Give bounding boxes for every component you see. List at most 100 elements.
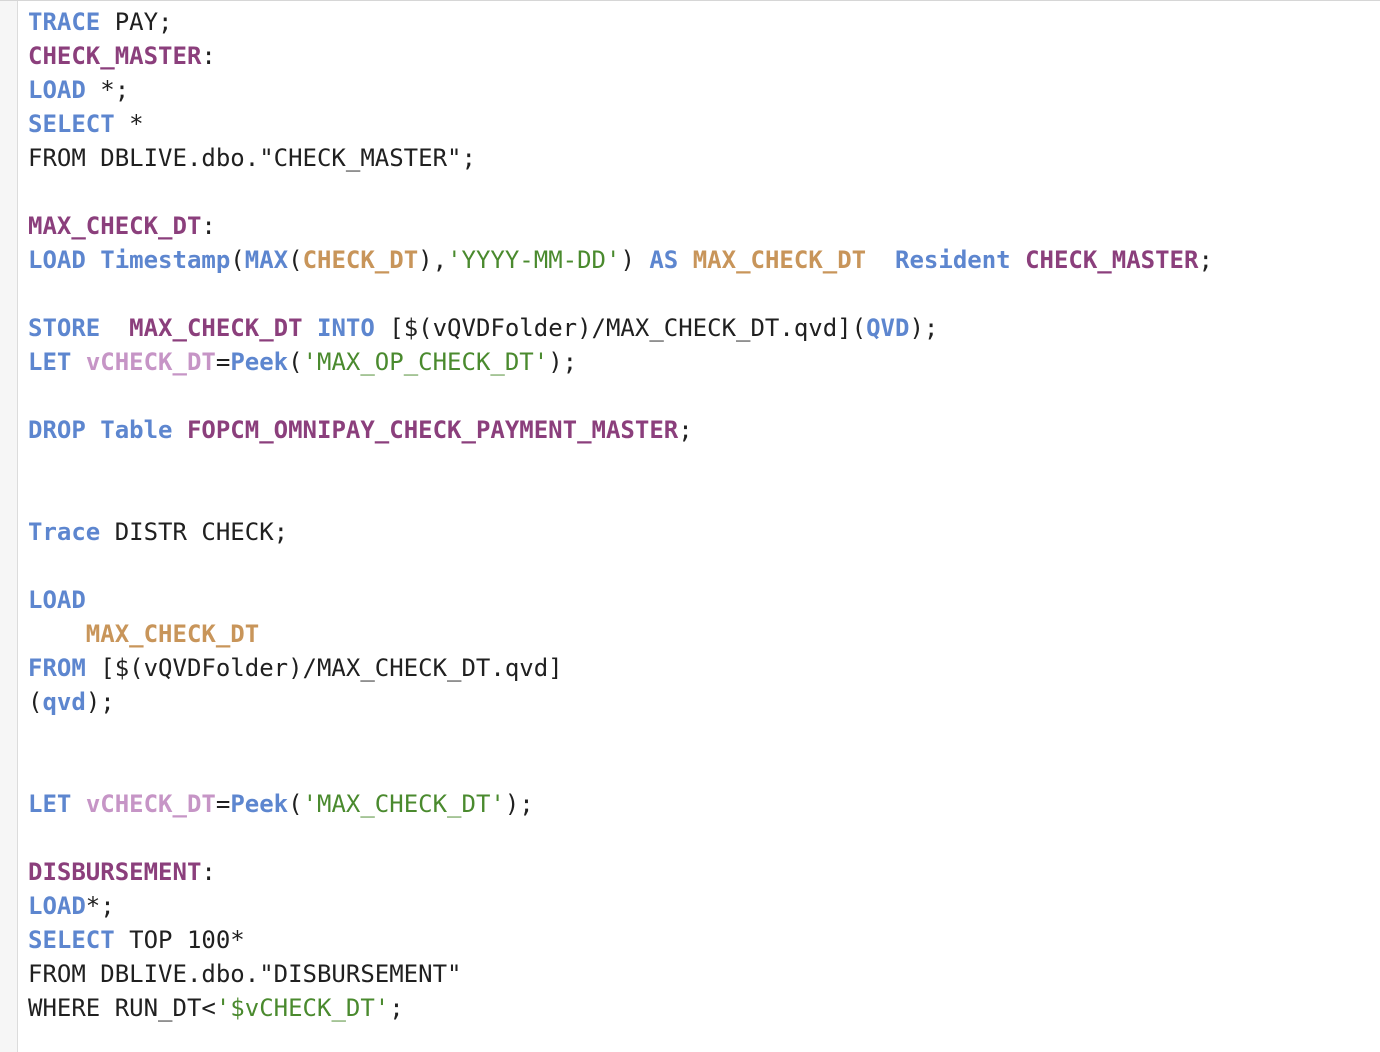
keyword-token: LOAD xyxy=(28,76,86,104)
plain-token: ), xyxy=(418,246,448,274)
plain-token: *; xyxy=(85,76,130,104)
plain-token: ( xyxy=(288,790,303,818)
string-token: 'YYYY-MM-DD' xyxy=(447,246,621,274)
keyword-token: LET xyxy=(28,348,72,376)
keyword-token: INTO xyxy=(317,314,375,342)
keyword-token: Peek xyxy=(230,348,289,376)
plain-token: : xyxy=(201,42,216,70)
code-line[interactable]: MAX_CHECK_DT: xyxy=(28,209,1380,243)
plain-token: ; xyxy=(1198,246,1213,274)
plain-token: * xyxy=(114,110,144,138)
keyword-token: FROM xyxy=(28,654,86,682)
keyword-token: Trace xyxy=(28,518,101,546)
code-line[interactable]: Trace DISTR CHECK; xyxy=(28,515,1380,549)
code-line[interactable]: FROM [$(vQVDFolder)/MAX_CHECK_DT.qvd] xyxy=(28,651,1380,685)
plain-token: ); xyxy=(548,348,578,376)
code-line[interactable]: LOAD xyxy=(28,583,1380,617)
code-line[interactable]: LOAD *; xyxy=(28,73,1380,107)
keyword-token: MAX xyxy=(244,246,289,274)
keyword-token: LOAD xyxy=(28,246,86,274)
code-line[interactable]: FROM DBLIVE.dbo."CHECK_MASTER"; xyxy=(28,141,1380,175)
plain-token: ( xyxy=(230,246,245,274)
code-line[interactable]: ​ xyxy=(28,379,1380,413)
variable-token: vCHECK_DT xyxy=(85,348,216,376)
code-line[interactable]: LOAD*; xyxy=(28,889,1380,923)
plain-token: DISTR CHECK; xyxy=(100,518,289,546)
plain-token: [$(vQVDFolder)/MAX_CHECK_DT.qvd] xyxy=(85,654,563,682)
code-line[interactable]: SELECT TOP 100* xyxy=(28,923,1380,957)
label-token: CHECK_MASTER xyxy=(1025,246,1199,274)
plain-token: ); xyxy=(85,688,115,716)
label-token: CHECK_MASTER xyxy=(28,42,202,70)
code-line[interactable]: ​ xyxy=(28,277,1380,311)
code-line[interactable]: MAX_CHECK_DT xyxy=(28,617,1380,651)
code-line[interactable]: DROP Table FOPCM_OMNIPAY_CHECK_PAYMENT_M… xyxy=(28,413,1380,447)
code-line[interactable]: ​ xyxy=(28,549,1380,583)
code-line[interactable]: ​ xyxy=(28,821,1380,855)
plain-token: : xyxy=(201,212,216,240)
label-token: FOPCM_OMNIPAY_CHECK_PAYMENT_MASTER xyxy=(186,416,679,444)
keyword-token: SELECT xyxy=(28,110,115,138)
code-line[interactable]: ​ xyxy=(28,447,1380,481)
string-token: '$vCHECK_DT' xyxy=(215,994,390,1022)
keyword-token: LOAD xyxy=(28,586,86,614)
label-token: MAX_CHECK_DT xyxy=(28,212,202,240)
code-line[interactable]: ​ xyxy=(28,481,1380,515)
plain-token: FROM DBLIVE.dbo."DISBURSEMENT" xyxy=(28,960,462,988)
plain-token: ( xyxy=(288,348,303,376)
string-token: 'MAX_OP_CHECK_DT' xyxy=(302,348,549,376)
code-line[interactable]: LET vCHECK_DT=Peek('MAX_CHECK_DT'); xyxy=(28,787,1380,821)
field-token: MAX_CHECK_DT xyxy=(85,620,260,648)
code-line[interactable]: DISBURSEMENT: xyxy=(28,855,1380,889)
code-line[interactable]: CHECK_MASTER: xyxy=(28,39,1380,73)
code-line[interactable]: SELECT * xyxy=(28,107,1380,141)
keyword-token: LOAD xyxy=(28,892,86,920)
editor-gutter xyxy=(0,1,18,1052)
label-token: MAX_CHECK_DT xyxy=(129,314,303,342)
plain-token: ); xyxy=(504,790,534,818)
plain-token: ; xyxy=(389,994,404,1022)
code-line[interactable]: LET vCHECK_DT=Peek('MAX_OP_CHECK_DT'); xyxy=(28,345,1380,379)
plain-token: FROM DBLIVE.dbo."CHECK_MASTER"; xyxy=(28,144,476,172)
plain-token: : xyxy=(201,858,216,886)
label-token: DISBURSEMENT xyxy=(28,858,202,886)
field-token: MAX_CHECK_DT xyxy=(692,246,867,274)
code-line[interactable]: LOAD Timestamp(MAX(CHECK_DT),'YYYY-MM-DD… xyxy=(28,243,1380,277)
keyword-token: QVD xyxy=(866,314,910,342)
code-line[interactable]: ​ xyxy=(28,719,1380,753)
plain-token: ( xyxy=(28,688,43,716)
plain-token: [$(vQVDFolder)/MAX_CHECK_DT.qvd]( xyxy=(374,314,867,342)
code-line[interactable]: ​ xyxy=(28,175,1380,209)
keyword-token: Peek xyxy=(230,790,289,818)
code-line[interactable]: (qvd); xyxy=(28,685,1380,719)
variable-token: vCHECK_DT xyxy=(85,790,216,818)
plain-token: ; xyxy=(678,416,693,444)
keyword-token: LET xyxy=(28,790,72,818)
plain-token: = xyxy=(215,348,231,376)
plain-token: = xyxy=(215,790,231,818)
plain-token: WHERE RUN_DT< xyxy=(28,994,216,1022)
code-line[interactable]: TRACE PAY; xyxy=(28,5,1380,39)
plain-token: ( xyxy=(288,246,303,274)
plain-token: TOP 100* xyxy=(114,926,245,954)
code-line[interactable]: WHERE RUN_DT<'$vCHECK_DT'; xyxy=(28,991,1380,1025)
code-line[interactable]: ​ xyxy=(28,753,1380,787)
plain-token: ) xyxy=(620,246,650,274)
keyword-token: DROP xyxy=(28,416,86,444)
code-line[interactable]: FROM DBLIVE.dbo."DISBURSEMENT" xyxy=(28,957,1380,991)
script-editor[interactable]: TRACE PAY; CHECK_MASTER: LOAD *; SELECT * FR… xyxy=(0,0,1380,1052)
code-area[interactable]: TRACE PAY; CHECK_MASTER: LOAD *; SELECT * FR… xyxy=(28,5,1380,1025)
code-line[interactable]: STORE MAX_CHECK_DT INTO [$(vQVDFolder)/M… xyxy=(28,311,1380,345)
plain-token: PAY; xyxy=(100,8,173,36)
keyword-token: Timestamp xyxy=(100,246,231,274)
